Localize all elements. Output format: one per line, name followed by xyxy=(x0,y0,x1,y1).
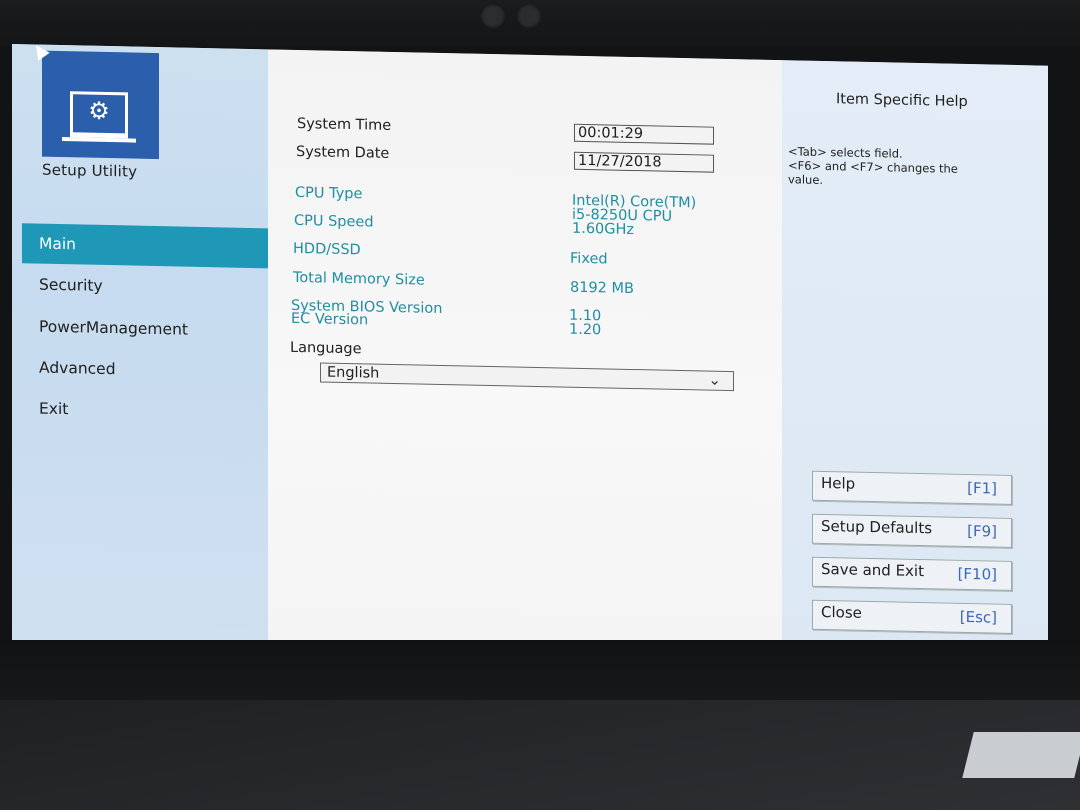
total-memory-value: 8192 MB xyxy=(570,279,634,298)
language-select[interactable]: English ⌄ xyxy=(320,362,734,392)
bios-screen: ⚙ Setup Utility Main Security PowerManag… xyxy=(12,44,1048,662)
save-and-exit-button[interactable]: Save and Exit [F10] xyxy=(812,556,1012,591)
system-date-field[interactable]: 11/27/2018 xyxy=(574,151,714,173)
ec-version-label: EC Version xyxy=(291,310,369,329)
system-time-field[interactable]: 00:01:29 xyxy=(574,123,714,145)
hdd-ssd-label: HDD/SSD xyxy=(293,240,361,259)
webcam-sensor xyxy=(516,3,542,29)
laptop-bezel-top xyxy=(0,0,1080,46)
app-title: Setup Utility xyxy=(42,160,138,181)
sidebar-item-main[interactable]: Main xyxy=(22,223,268,269)
cpu-type-label: CPU Type xyxy=(295,184,363,203)
help-panel: Item Specific Help <Tab> selects field. … xyxy=(782,60,1048,662)
help-text: <Tab> selects field. <F6> and <F7> chang… xyxy=(788,144,958,187)
keyboard-key xyxy=(962,732,1080,778)
chevron-down-icon[interactable]: ⌄ xyxy=(708,371,721,389)
system-date-label: System Date xyxy=(296,143,390,162)
system-time-label: System Time xyxy=(297,115,392,134)
main-panel: System Time 00:01:29 System Date 11/27/2… xyxy=(268,49,782,657)
sidebar-item-power-management[interactable]: PowerManagement xyxy=(22,306,268,351)
total-memory-label: Total Memory Size xyxy=(293,269,425,289)
cpu-speed-label: CPU Speed xyxy=(294,212,374,231)
help-button[interactable]: Help [F1] xyxy=(812,470,1012,505)
sidebar-item-advanced[interactable]: Advanced xyxy=(22,347,268,392)
cpu-type-value-line3: 1.60GHz xyxy=(572,220,635,239)
webcam-lens xyxy=(480,3,506,29)
help-title: Item Specific Help xyxy=(836,91,968,111)
close-button[interactable]: Close [Esc] xyxy=(812,599,1012,634)
sidebar-item-security[interactable]: Security xyxy=(22,264,268,309)
setup-utility-logo: ⚙ xyxy=(42,50,159,160)
language-label: Language xyxy=(290,339,362,358)
gear-monitor-icon: ⚙ xyxy=(70,91,128,139)
ec-version-value: 1.20 xyxy=(569,321,602,339)
sidebar: ⚙ Setup Utility Main Security PowerManag… xyxy=(12,44,268,646)
hdd-ssd-value: Fixed xyxy=(570,250,608,268)
language-select-value: English xyxy=(327,364,380,382)
sidebar-item-exit[interactable]: Exit xyxy=(22,388,268,433)
laptop-keyboard-deck xyxy=(0,700,1080,810)
setup-defaults-button[interactable]: Setup Defaults [F9] xyxy=(812,513,1012,548)
